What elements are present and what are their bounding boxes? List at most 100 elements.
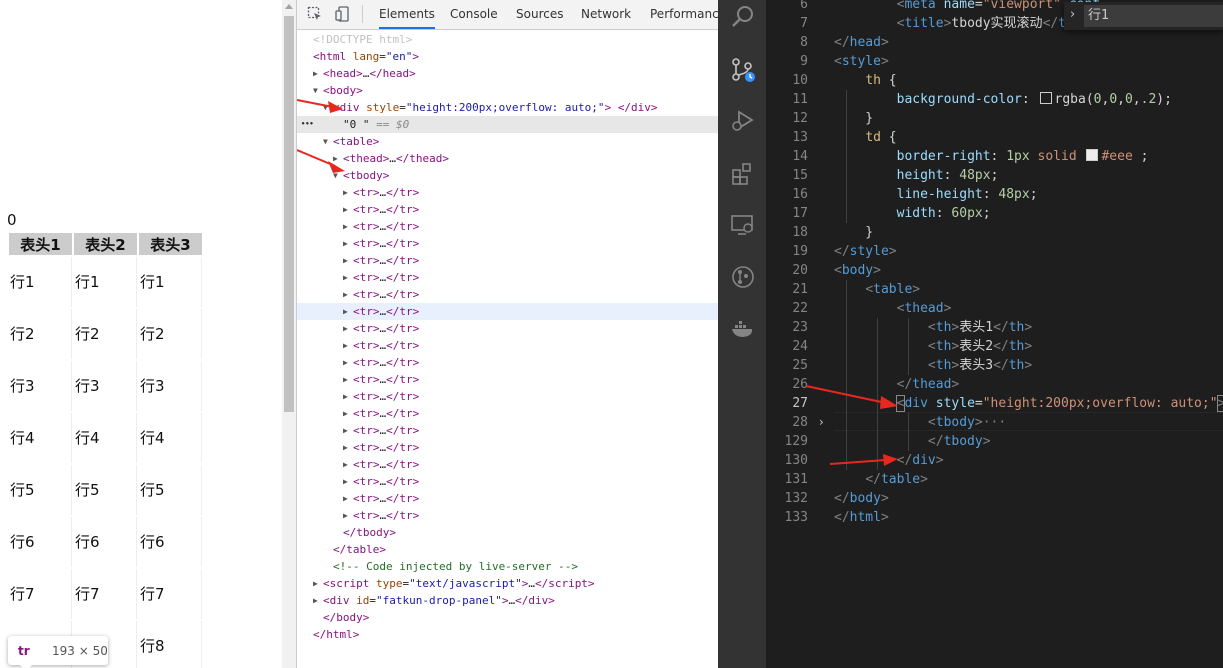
preview-scrollbar[interactable] [282,0,296,668]
dom-node[interactable]: ▶ <tr>…</tr> [297,439,719,456]
dom-node[interactable]: ▶ <tr>…</tr> [297,405,719,422]
tab-elements[interactable]: Elements [379,0,435,29]
code-line[interactable]: </table> [834,470,928,489]
node-more-icon[interactable]: ••• [301,116,314,133]
dom-node[interactable]: ▶ <tr>…</tr> [297,388,719,405]
code-line[interactable]: <title>tbody实现滚动</title [834,14,1098,33]
device-toolbar-icon[interactable] [335,6,351,22]
code-line[interactable]: <th>表头3</th> [834,356,1032,375]
inspect-element-icon[interactable] [307,6,323,22]
code-line[interactable]: <tbody>··· [834,413,1006,432]
dom-node[interactable]: ▶ <tr>…</tr> [297,490,719,507]
expand-triangle-icon[interactable]: ▶ [343,371,348,388]
expand-triangle-icon[interactable]: ▶ [343,303,348,320]
expand-triangle-icon[interactable]: ▶ [343,269,348,286]
toggle-replace-chevron-icon[interactable]: › [1070,7,1075,22]
dom-node[interactable]: ▶ <tr>…</tr> [297,218,719,235]
dom-node[interactable]: ▼ <div style="height:200px;overflow: auto… [297,99,719,116]
dom-node[interactable]: ▶ <tr>…</tr> [297,507,719,524]
code-line[interactable]: <body> [834,261,881,280]
code-line[interactable]: height: 48px; [834,166,999,185]
dom-node[interactable]: ▶ <div id="fatkun-drop-panel">…</div> [297,592,719,609]
collapse-triangle-icon[interactable]: ▼ [313,82,318,99]
dom-node[interactable]: <!-- Code injected by live-server --> [297,558,719,575]
dom-node[interactable]: ▶ <head>…</head> [297,65,719,82]
find-input[interactable]: 行1 [1084,5,1223,27]
dom-node[interactable]: ▼ <body> [297,82,719,99]
remote-explorer-icon[interactable] [730,212,756,238]
extensions-icon[interactable] [730,161,756,187]
fold-chevron-icon[interactable]: › [819,415,824,429]
expand-triangle-icon[interactable]: ▶ [343,490,348,507]
dom-node[interactable]: ▶ <tr>…</tr> [297,184,719,201]
dom-node[interactable]: ▶ <tr>…</tr> [297,422,719,439]
expand-triangle-icon[interactable]: ▶ [343,456,348,473]
code-line[interactable]: <meta name="viewport" cont [834,0,1101,14]
expand-triangle-icon[interactable]: ▶ [313,592,318,609]
code-line[interactable]: <thead> [834,299,952,318]
expand-triangle-icon[interactable]: ▶ [313,575,318,592]
dom-node[interactable]: ▶ <tr>…</tr> [297,201,719,218]
dom-node[interactable]: ▶ <tr>…</tr> [297,473,719,490]
dom-node[interactable]: ▶ <tr>…</tr> [297,235,719,252]
expand-triangle-icon[interactable]: ▶ [343,439,348,456]
dom-node[interactable]: ▼ <tbody> [297,167,719,184]
scroll-up-arrow-icon[interactable] [285,4,293,9]
dom-node[interactable]: ▶ <tr>…</tr> [297,303,719,320]
code-line[interactable]: } [834,109,873,128]
dom-node[interactable]: </body> [297,609,719,626]
code-line[interactable]: </body> [834,489,889,508]
dom-node[interactable]: ▶ <tr>…</tr> [297,286,719,303]
dom-node[interactable]: ▶ <tr>…</tr> [297,354,719,371]
tab-performance[interactable]: Performance [650,0,719,29]
dom-node[interactable]: </html> [297,626,719,643]
code-line[interactable]: td { [834,128,896,147]
code-line[interactable]: } [834,223,873,242]
dom-node[interactable]: ▶ <tr>…</tr> [297,456,719,473]
expand-triangle-icon[interactable]: ▶ [343,354,348,371]
dom-node[interactable]: ▶ <tr>…</tr> [297,320,719,337]
search-icon[interactable] [730,4,756,30]
dom-node[interactable]: </tbody> [297,524,719,541]
expand-triangle-icon[interactable]: ▶ [343,286,348,303]
code-line[interactable]: </head> [834,33,889,52]
code-line[interactable]: th { [834,71,896,90]
tab-network[interactable]: Network [581,0,631,29]
code-line[interactable]: <style> [834,52,889,71]
dom-node[interactable]: ▶ <tr>…</tr> [297,269,719,286]
dom-node[interactable]: ▶ <tr>…</tr> [297,252,719,269]
code-line[interactable]: <th>表头2</th> [834,337,1032,356]
expand-triangle-icon[interactable]: ▶ [343,388,348,405]
dom-node[interactable]: ▶ <tr>…</tr> [297,371,719,388]
code-line[interactable]: </html> [834,508,889,527]
expand-triangle-icon[interactable]: ▶ [343,473,348,490]
expand-triangle-icon[interactable]: ▶ [313,65,318,82]
code-line[interactable]: width: 60px; [834,204,991,223]
expand-triangle-icon[interactable]: ▶ [343,252,348,269]
dom-node[interactable]: ▼ <table> [297,133,719,150]
dom-node[interactable]: ▶ <script type="text/javascript">…</scrip… [297,575,719,592]
code-line[interactable]: </style> [834,242,897,261]
dom-node[interactable]: ▶ <thead>…</thead> [297,150,719,167]
expand-triangle-icon[interactable]: ▶ [343,507,348,524]
dom-node-selected[interactable]: ••• "0 " == $0 [297,116,719,133]
git-graph-icon[interactable] [730,264,756,290]
docker-icon[interactable] [730,316,756,342]
expand-triangle-icon[interactable]: ▶ [343,405,348,422]
dom-node[interactable]: <!DOCTYPE html> [297,31,719,48]
code-line[interactable]: line-height: 48px; [834,185,1038,204]
expand-triangle-icon[interactable]: ▶ [343,201,348,218]
expand-triangle-icon[interactable]: ▶ [343,218,348,235]
dom-node[interactable]: </table> [297,541,719,558]
expand-triangle-icon[interactable]: ▶ [343,235,348,252]
source-control-icon[interactable] [730,57,756,83]
run-debug-icon[interactable] [730,108,756,134]
code-line[interactable]: background-color: rgba(0,0,0,.2); [834,90,1172,109]
expand-triangle-icon[interactable]: ▶ [343,422,348,439]
preview-scrollbar-thumb[interactable] [284,16,294,412]
expand-triangle-icon[interactable]: ▶ [343,337,348,354]
dom-node[interactable]: ▶ <tr>…</tr> [297,337,719,354]
code-line[interactable]: border-right: 1px solid #eee ; [834,147,1148,166]
dom-node[interactable]: <html lang="en"> [297,48,719,65]
tab-console[interactable]: Console [450,0,498,29]
